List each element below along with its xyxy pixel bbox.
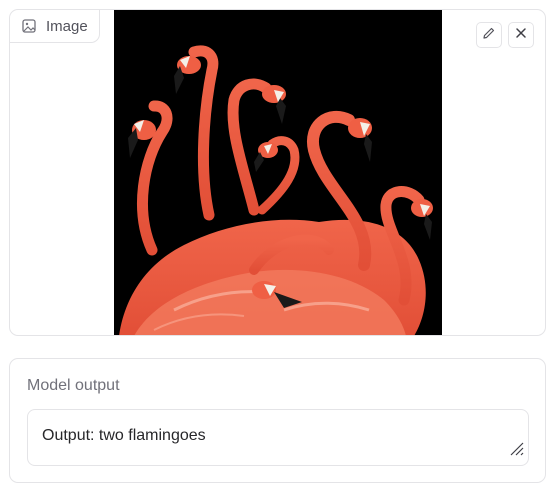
image-label-tag: Image [10,10,100,43]
flamingos-photo [114,10,442,335]
output-textbox[interactable]: Output: two flamingoes [27,409,529,466]
close-button[interactable] [508,22,534,48]
image-icon [22,19,36,33]
image-preview[interactable] [114,10,442,335]
image-panel: Image [9,9,546,336]
edit-button[interactable] [476,22,502,48]
resize-grip-icon[interactable] [506,438,524,461]
close-icon [514,26,528,45]
output-label: Model output [27,377,120,394]
output-panel: Model output Output: two flamingoes [9,358,546,483]
output-text: Output: two flamingoes [42,427,206,444]
pencil-icon [482,26,496,45]
image-label: Image [46,17,88,35]
